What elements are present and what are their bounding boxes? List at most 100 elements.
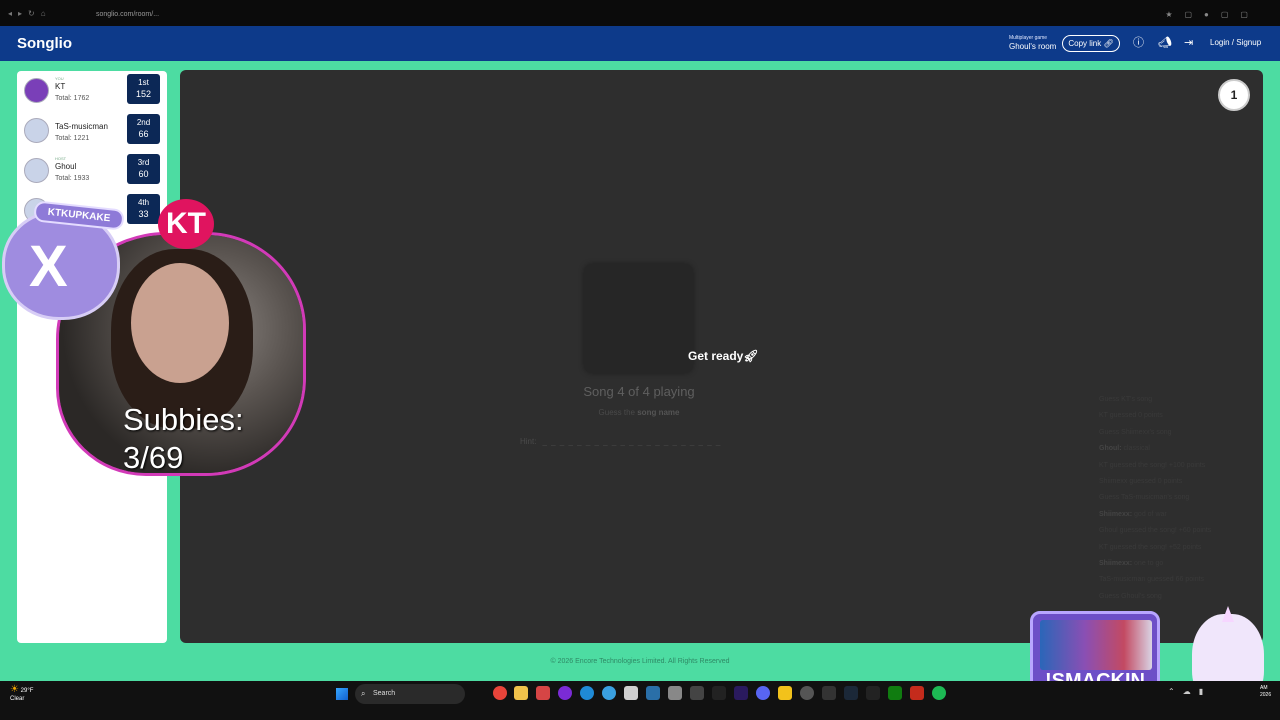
app-header: Songlio Multiplayer game Ghoul's room Co…: [0, 26, 1280, 61]
chat-line: KT guessed the song! +52 points: [1099, 543, 1202, 551]
clock-date: 2026: [1260, 692, 1272, 698]
smack-artwork: [1040, 620, 1152, 670]
spotify-icon[interactable]: [932, 686, 946, 700]
rank-points: 60: [138, 169, 149, 179]
windows-taskbar: ☀ 29°F Clear ⌕ Search ⌃☁▮ AM 2026: [0, 681, 1280, 720]
app-icon[interactable]: [602, 686, 616, 700]
chat-line: Shiimexx: god of war: [1099, 510, 1167, 518]
premiere-icon[interactable]: [734, 686, 748, 700]
app-icon[interactable]: [558, 686, 572, 700]
megaphone-icon[interactable]: 📣︎: [1158, 37, 1172, 49]
app-icon[interactable]: [822, 686, 836, 700]
weather-temp: 29°F: [20, 688, 34, 694]
chat-line: Ghoul guessed the song! +60 points: [1099, 527, 1212, 535]
player-name: TaS-musicman: [55, 122, 108, 131]
player-row[interactable]: TaS-musicman Total: 1221 2nd 66: [24, 114, 160, 146]
player-row[interactable]: HOST Ghoul Total: 1933 3rd 60: [24, 154, 160, 186]
app-icon[interactable]: [866, 686, 880, 700]
copy-link-button[interactable]: Copy link 🔗︎: [1062, 35, 1120, 52]
link-icon: 🔗︎: [1103, 39, 1114, 48]
subbies-label: Subbies:: [123, 402, 244, 437]
rank-place: 4th: [137, 198, 150, 207]
app-icon[interactable]: [668, 686, 682, 700]
chat-line: Guess TaS-musicman's song: [1099, 494, 1190, 502]
chat-line: Ghoul: classical: [1099, 445, 1150, 453]
search-icon: ⌕: [361, 689, 366, 698]
steam-icon[interactable]: [844, 686, 858, 700]
system-tray[interactable]: ⌃☁▮: [1168, 687, 1211, 696]
rank-place: 2nd: [136, 118, 151, 127]
discord-icon[interactable]: [756, 686, 770, 700]
browser-nav-icons[interactable]: ◂▸↻⌂: [8, 9, 52, 18]
taskbar-clock[interactable]: AM 2026: [1260, 685, 1271, 699]
rank-points: 33: [138, 209, 149, 219]
chat-line: Shiimexx guessed 0 points: [1099, 477, 1183, 485]
weather-condition: Clear: [10, 696, 25, 702]
chat-line: Guess Ghoul's song: [1099, 592, 1162, 600]
room-subtitle: Multiplayer game: [1009, 35, 1048, 41]
login-signup-link[interactable]: Login / Signup: [1210, 38, 1261, 47]
chat-line: KT guessed the song! +100 points: [1099, 461, 1206, 469]
chat-line: TaS-musicman guessed 66 points: [1099, 576, 1205, 584]
app-icon[interactable]: [800, 686, 814, 700]
game-panel: 1 Get ready🚀︎ Song 4 of 4 playing Guess …: [180, 70, 1263, 643]
weather-widget[interactable]: ☀ 29°F Clear: [10, 684, 34, 703]
round-counter: 1: [1218, 79, 1250, 111]
help-icon[interactable]: ⓘ: [1133, 37, 1144, 49]
rank-place: 3rd: [137, 158, 150, 167]
browser-extension-icons[interactable]: ★▢●▢▢: [1165, 10, 1260, 19]
chat-log: Guess KT's song KT guessed 0 points Gues…: [1099, 392, 1249, 605]
tiktok-icon[interactable]: [712, 686, 726, 700]
room-info: Multiplayer game Ghoul's room: [1009, 35, 1056, 51]
webcam-streamer-face: [131, 263, 229, 383]
edge-icon[interactable]: [580, 686, 594, 700]
room-name: Ghoul's room: [1009, 42, 1057, 51]
file-explorer-icon[interactable]: [514, 686, 528, 700]
x-logo-icon: X: [29, 234, 68, 299]
app-icon[interactable]: [778, 686, 792, 700]
clock-time: AM: [1260, 685, 1268, 691]
weather-icon: ☀: [10, 684, 19, 695]
album-art-placeholder: [584, 264, 693, 373]
app-icon[interactable]: [646, 686, 660, 700]
chat-line: Guess KT's song: [1099, 396, 1153, 403]
subbies-count: 3/69: [123, 440, 184, 475]
hint-label: Hint:: [520, 437, 537, 446]
rocket-icon: 🚀︎: [743, 349, 759, 363]
player-total: Total: 1933: [55, 175, 90, 182]
browser-toolbar: ◂▸↻⌂ songlio.com/room/... ★▢●▢▢: [0, 0, 1280, 26]
chat-line: Shiimexx: one to go: [1099, 559, 1164, 567]
chat-line: Guess Shiimexx's song: [1099, 428, 1172, 436]
rank-badge: 1st 152: [127, 74, 160, 104]
app-icon[interactable]: [536, 686, 550, 700]
rank-badge: 2nd 66: [127, 114, 160, 144]
avatar: [24, 158, 49, 183]
address-bar[interactable]: songlio.com/room/...: [96, 11, 159, 18]
avatar: [24, 118, 49, 143]
app-icon[interactable]: [910, 686, 924, 700]
copy-link-label: Copy link: [1068, 39, 1102, 48]
player-total: Total: 1221: [55, 135, 90, 142]
unicorn-horn: [1222, 606, 1234, 622]
xbox-icon[interactable]: [888, 686, 902, 700]
exit-icon[interactable]: ⇥: [1184, 37, 1193, 49]
windows-start-icon[interactable]: [336, 688, 348, 700]
chat-line: KT guessed 0 points: [1099, 412, 1163, 420]
songlio-logo[interactable]: Songlio: [17, 35, 72, 52]
rank-points: 66: [138, 129, 149, 139]
taskbar-search[interactable]: ⌕ Search: [355, 684, 465, 704]
player-role: HOST: [55, 156, 67, 161]
search-label: Search: [373, 690, 396, 697]
player-total: Total: 1762: [55, 95, 90, 102]
song-status: Song 4 of 4 playing: [583, 384, 695, 399]
chrome-icon[interactable]: [493, 686, 507, 700]
guess-target: song name: [637, 408, 680, 417]
app-icon[interactable]: [624, 686, 638, 700]
guess-prompt: Guess the song name: [598, 408, 680, 417]
rank-points: 152: [135, 89, 152, 99]
hint-blanks: _ _ _ _ _ _ _ _ _ _ _ _ _ _ _ _ _ _ _ _ …: [542, 437, 722, 446]
app-icon[interactable]: [690, 686, 704, 700]
rank-place: 1st: [138, 78, 149, 87]
player-name: KT: [55, 82, 66, 91]
player-row[interactable]: YOU KT Total: 1762 1st 152: [24, 74, 160, 106]
